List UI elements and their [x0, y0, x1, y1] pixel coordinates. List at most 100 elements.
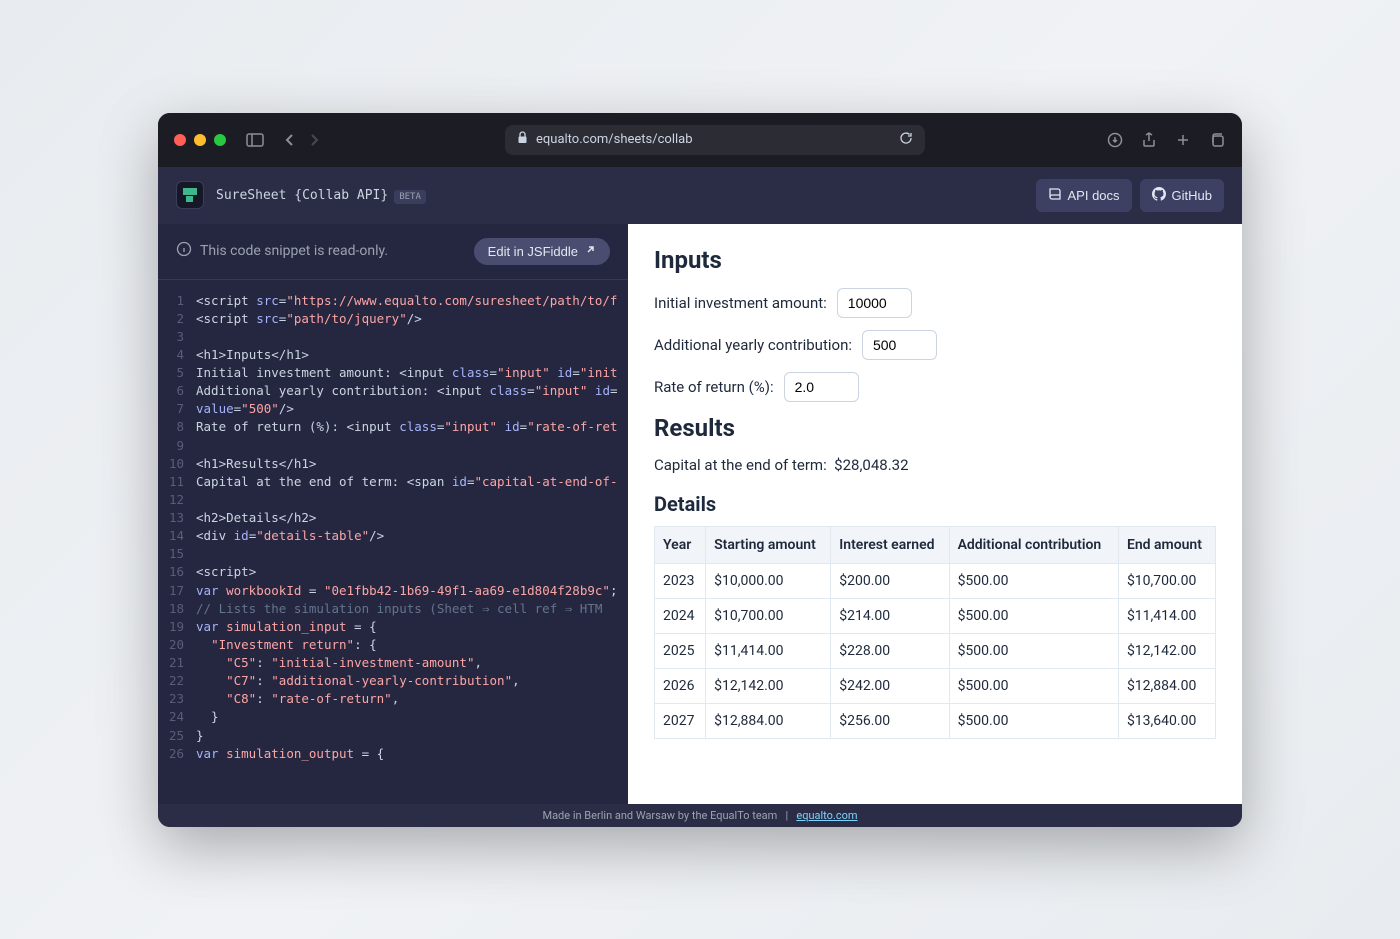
table-row: 2023$10,000.00$200.00$500.00$10,700.00: [655, 563, 1216, 598]
line-content: <script src="https://www.equalto.com/sur…: [196, 292, 617, 310]
footer: Made in Berlin and Warsaw by the EqualTo…: [158, 804, 1242, 827]
line-content: "C8": "rate-of-return",: [196, 690, 399, 708]
code-line: 3: [158, 328, 628, 346]
table-cell: $500.00: [949, 668, 1118, 703]
code-line: 21 "C5": "initial-investment-amount",: [158, 654, 628, 672]
table-cell: $12,884.00: [1118, 668, 1215, 703]
table-header: Interest earned: [831, 526, 949, 563]
info-icon: [176, 241, 192, 261]
line-number: 9: [158, 437, 196, 455]
app-header: SureSheet {Collab API}BETA API docs GitH…: [158, 167, 1242, 224]
tabs-icon[interactable]: [1208, 131, 1226, 149]
table-cell: $200.00: [831, 563, 949, 598]
beta-badge: BETA: [394, 190, 426, 204]
share-icon[interactable]: [1140, 131, 1158, 149]
additional-contribution-input[interactable]: [862, 330, 937, 360]
code-line: 15: [158, 545, 628, 563]
code-line: 14<div id="details-table"/>: [158, 527, 628, 545]
line-content: var workbookId = "0e1fbb42-1b69-49f1-aa6…: [196, 582, 617, 600]
code-line: 25}: [158, 727, 628, 745]
line-content: <h1>Results</h1>: [196, 455, 316, 473]
table-cell: 2025: [655, 633, 706, 668]
line-number: 25: [158, 727, 196, 745]
table-row: 2025$11,414.00$228.00$500.00$12,142.00: [655, 633, 1216, 668]
initial-investment-input[interactable]: [837, 288, 912, 318]
code-line: 1<script src="https://www.equalto.com/su…: [158, 292, 628, 310]
table-row: 2027$12,884.00$256.00$500.00$13,640.00: [655, 703, 1216, 738]
line-number: 26: [158, 745, 196, 763]
code-line: 19var simulation_input = {: [158, 618, 628, 636]
line-content: // Lists the simulation inputs (Sheet ⇒ …: [196, 600, 602, 618]
line-content: }: [196, 727, 204, 745]
table-row: 2026$12,142.00$242.00$500.00$12,884.00: [655, 668, 1216, 703]
line-number: 20: [158, 636, 196, 654]
code-line: 2<script src="path/to/jquery"/>: [158, 310, 628, 328]
line-number: 3: [158, 328, 196, 346]
code-line: 10<h1>Results</h1>: [158, 455, 628, 473]
line-content: <h2>Details</h2>: [196, 509, 316, 527]
app-logo: [176, 181, 204, 209]
api-docs-button[interactable]: API docs: [1036, 179, 1132, 212]
reload-icon[interactable]: [899, 131, 913, 149]
table-cell: $10,700.00: [1118, 563, 1215, 598]
capital-label: Capital at the end of term:: [654, 456, 827, 474]
rate-of-return-input[interactable]: [784, 372, 859, 402]
back-icon[interactable]: [280, 131, 298, 149]
close-window-button[interactable]: [174, 134, 186, 146]
table-cell: $11,414.00: [706, 633, 831, 668]
url-text: equalto.com/sheets/collab: [536, 132, 693, 147]
line-number: 6: [158, 382, 196, 400]
table-header-row: YearStarting amountInterest earnedAdditi…: [655, 526, 1216, 563]
edit-in-jsfiddle-button[interactable]: Edit in JSFiddle: [474, 238, 610, 265]
plus-icon[interactable]: [1174, 131, 1192, 149]
table-cell: $500.00: [949, 703, 1118, 738]
line-number: 13: [158, 509, 196, 527]
code-line: 5Initial investment amount: <input class…: [158, 364, 628, 382]
line-number: 1: [158, 292, 196, 310]
line-content: "C7": "additional-yearly-contribution",: [196, 672, 520, 690]
line-content: }: [196, 708, 219, 726]
code-panel: This code snippet is read-only. Edit in …: [158, 224, 628, 804]
line-content: <div id="details-table"/>: [196, 527, 384, 545]
rate-of-return-label: Rate of return (%):: [654, 378, 774, 396]
external-link-icon: [584, 244, 596, 259]
table-cell: 2027: [655, 703, 706, 738]
app-title: SureSheet {Collab API}BETA: [216, 188, 426, 203]
forward-icon[interactable]: [306, 131, 324, 149]
footer-link[interactable]: equalto.com: [796, 809, 857, 822]
line-number: 17: [158, 582, 196, 600]
code-line: 4<h1>Inputs</h1>: [158, 346, 628, 364]
line-number: 8: [158, 418, 196, 436]
minimize-window-button[interactable]: [194, 134, 206, 146]
sidebar-icon[interactable]: [246, 131, 264, 149]
line-content: <h1>Inputs</h1>: [196, 346, 309, 364]
code-line: 23 "C8": "rate-of-return",: [158, 690, 628, 708]
preview-panel: Inputs Initial investment amount: Additi…: [628, 224, 1242, 804]
table-header: Additional contribution: [949, 526, 1118, 563]
main-content: This code snippet is read-only. Edit in …: [158, 224, 1242, 804]
traffic-lights: [174, 134, 226, 146]
url-bar[interactable]: equalto.com/sheets/collab: [505, 125, 925, 155]
line-number: 22: [158, 672, 196, 690]
line-number: 11: [158, 473, 196, 491]
browser-title-bar: equalto.com/sheets/collab: [158, 113, 1242, 167]
maximize-window-button[interactable]: [214, 134, 226, 146]
line-number: 10: [158, 455, 196, 473]
table-cell: 2026: [655, 668, 706, 703]
line-number: 15: [158, 545, 196, 563]
download-icon[interactable]: [1106, 131, 1124, 149]
line-number: 2: [158, 310, 196, 328]
table-header: Starting amount: [706, 526, 831, 563]
table-cell: $12,142.00: [1118, 633, 1215, 668]
code-editor[interactable]: 1<script src="https://www.equalto.com/su…: [158, 280, 628, 804]
code-line: 22 "C7": "additional-yearly-contribution…: [158, 672, 628, 690]
table-cell: $13,640.00: [1118, 703, 1215, 738]
github-button[interactable]: GitHub: [1140, 179, 1224, 212]
table-header: Year: [655, 526, 706, 563]
table-cell: $500.00: [949, 598, 1118, 633]
line-number: 16: [158, 563, 196, 581]
code-line: 12: [158, 491, 628, 509]
lock-icon: [517, 131, 528, 148]
code-line: 17var workbookId = "0e1fbb42-1b69-49f1-a…: [158, 582, 628, 600]
code-line: 18// Lists the simulation inputs (Sheet …: [158, 600, 628, 618]
